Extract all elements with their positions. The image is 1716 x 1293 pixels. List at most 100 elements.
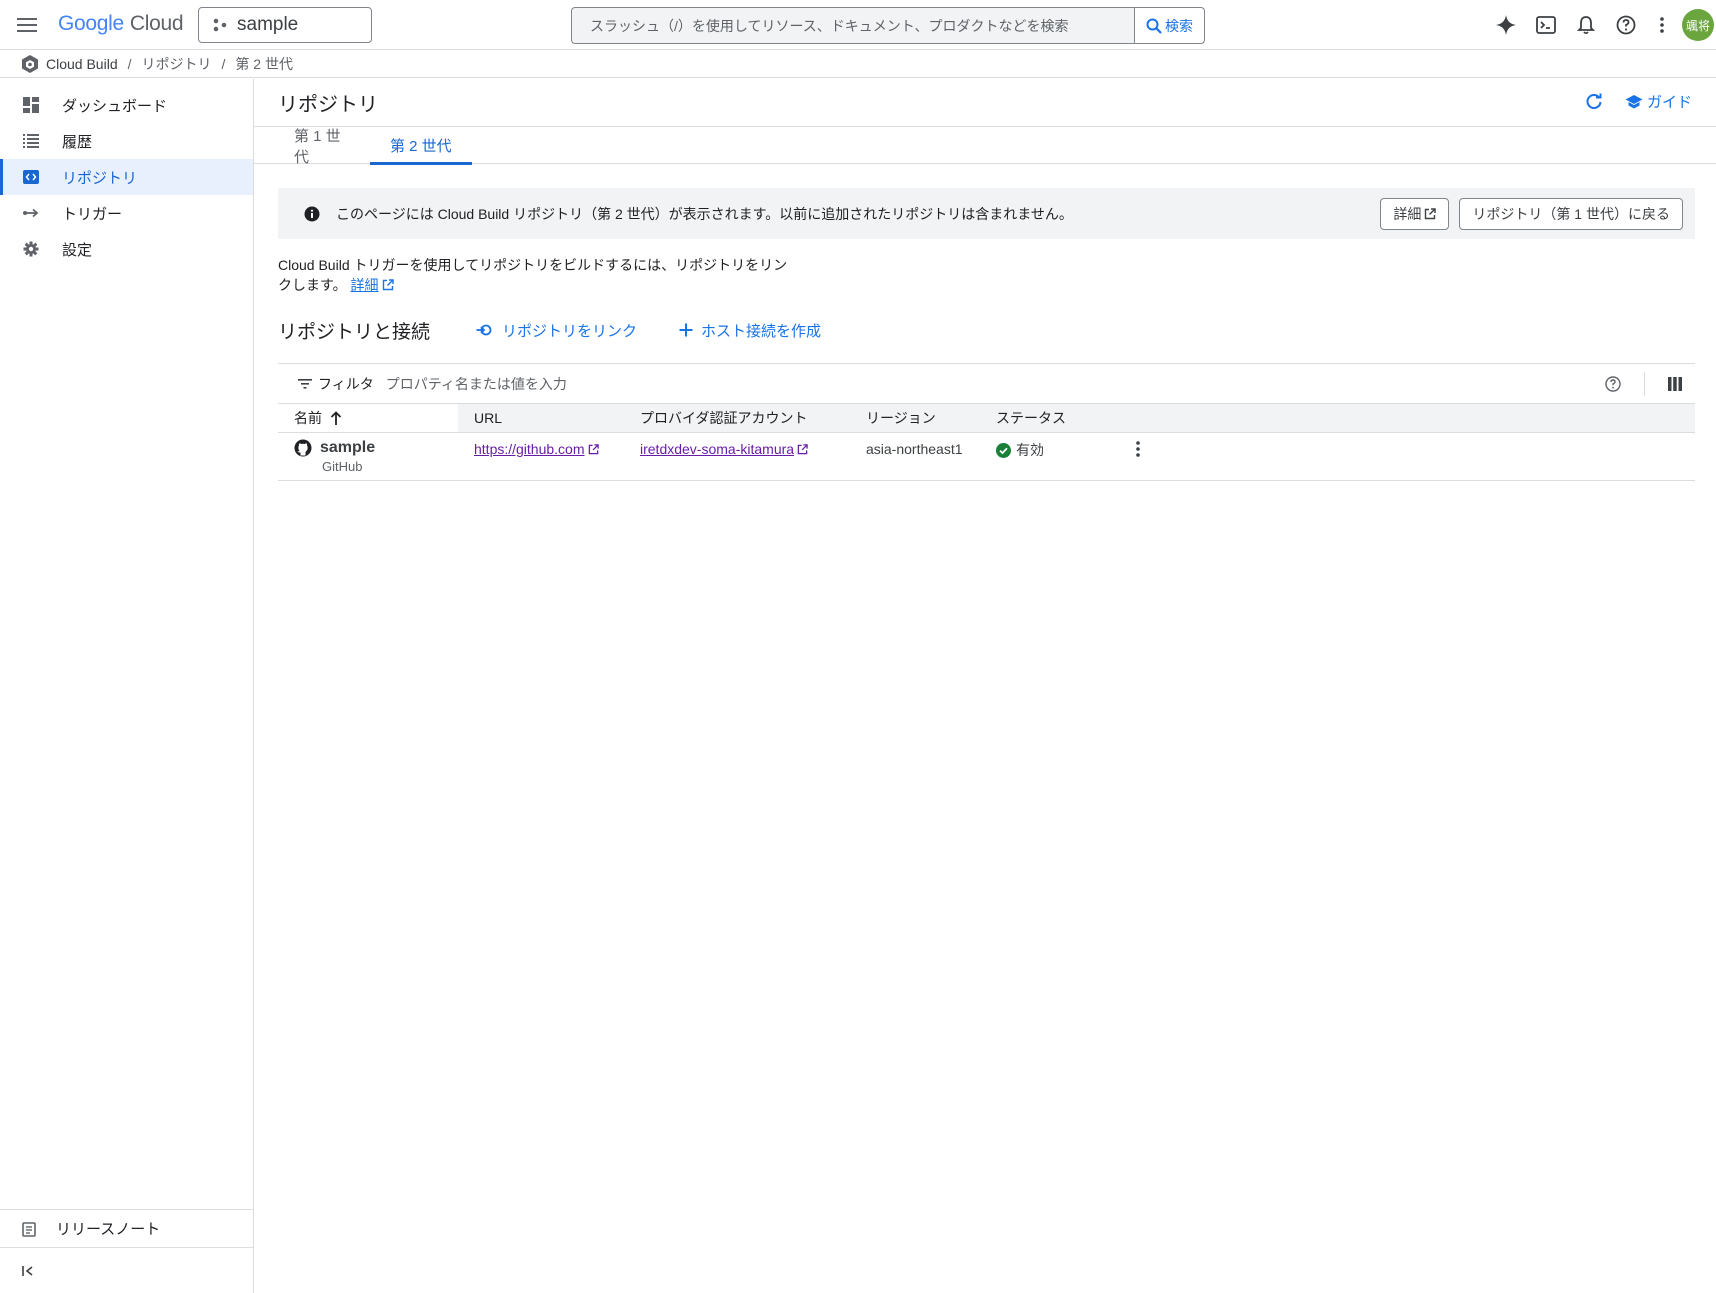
link-icon — [476, 324, 492, 336]
info-banner: このページには Cloud Build リポジトリ（第 2 世代）が表示されます… — [278, 188, 1695, 239]
google-cloud-logo[interactable]: Google Cloud — [58, 12, 184, 38]
sidebar-item-label: リポジトリ — [62, 169, 138, 187]
tool-divider — [1644, 372, 1645, 396]
account-avatar[interactable]: 颯将 — [1682, 9, 1714, 41]
breadcrumb-product[interactable]: Cloud Build — [20, 54, 118, 74]
sidebar-item-repositories[interactable]: リポジトリ — [0, 159, 253, 195]
sparkle-icon — [1496, 15, 1516, 35]
provider-account-label: iretdxdev-soma-kitamura — [640, 441, 795, 457]
main-menu-button[interactable] — [12, 10, 42, 40]
logo-cloud: Cloud — [129, 12, 184, 35]
guide-button[interactable]: ガイド — [1625, 91, 1692, 112]
project-picker[interactable]: sample — [198, 7, 372, 43]
filter-button[interactable]: フィルタ — [298, 374, 374, 394]
collapse-icon — [22, 1265, 33, 1276]
column-header-name[interactable]: 名前 — [278, 404, 458, 432]
school-icon — [1625, 94, 1643, 108]
release-notes-link[interactable]: リリースノート — [0, 1209, 253, 1247]
status-badge: 有効 — [996, 440, 1044, 460]
main-content: リポジトリ ガイド 第 1 世代 第 2 世代 このページには Cloud Bu… — [254, 79, 1716, 1293]
column-header-label: URL — [474, 410, 503, 426]
filter-input[interactable] — [385, 375, 986, 392]
generation-tabs: 第 1 世代 第 2 世代 — [254, 127, 1716, 166]
provider-account-link[interactable]: iretdxdev-soma-kitamura — [640, 441, 808, 457]
gear-icon — [22, 240, 40, 258]
breadcrumb-item-repositories[interactable]: リポジトリ — [142, 54, 212, 74]
bell-icon — [1577, 16, 1595, 35]
logo-google: Google — [58, 12, 124, 35]
refresh-icon — [1586, 93, 1602, 109]
column-header-label: 名前 — [294, 410, 322, 426]
dashboard-icon — [22, 96, 40, 114]
details-label: 詳細 — [1393, 205, 1422, 222]
link-repository-button[interactable]: リポジトリをリンク — [476, 320, 637, 341]
sidebar-footer: リリースノート — [0, 1209, 253, 1293]
table-tools — [1592, 364, 1695, 404]
guide-label: ガイド — [1646, 94, 1692, 111]
search-button-label: 検索 — [1165, 17, 1193, 34]
filter-icon — [298, 378, 312, 389]
section-header: リポジトリと接続 リポジトリをリンク ホスト接続を作成 — [278, 315, 863, 345]
row-actions-button[interactable] — [1126, 437, 1150, 461]
breadcrumb-product-label: Cloud Build — [46, 55, 118, 72]
column-header-label: プロバイダ認証アカウント — [640, 410, 808, 426]
sidebar-item-label: 設定 — [62, 241, 93, 259]
cloud-build-icon — [22, 54, 38, 73]
column-header-account: プロバイダ認証アカウント — [640, 404, 807, 432]
create-host-connection-button[interactable]: ホスト接続を作成 — [679, 320, 821, 341]
link-repository-label: リポジトリをリンク — [502, 322, 638, 340]
status-cell: 有効 — [996, 439, 1044, 460]
search-box: 検索 — [571, 7, 1205, 44]
cloud-shell-button[interactable] — [1526, 7, 1566, 43]
filter-label: フィルタ — [318, 375, 374, 392]
list-icon — [22, 132, 40, 150]
sidebar-item-label: 履歴 — [62, 133, 93, 151]
column-display-button[interactable] — [1655, 377, 1695, 391]
search-icon — [1146, 18, 1162, 34]
search-button[interactable]: 検索 — [1134, 8, 1204, 43]
tab-second-gen[interactable]: 第 2 世代 — [370, 127, 472, 165]
column-header-url: URL — [474, 404, 502, 432]
sidebar-item-settings[interactable]: 設定 — [0, 231, 253, 267]
more-options-button[interactable] — [1646, 7, 1678, 43]
repo-url-link[interactable]: https://github.com — [474, 441, 599, 457]
help-button[interactable] — [1606, 7, 1646, 43]
page-description: Cloud Build トリガーを使用してリポジトリをビルドするには、リポジトリ… — [278, 255, 798, 295]
back-label: リポジトリ（第 1 世代）に戻る — [1472, 205, 1670, 222]
repo-name[interactable]: sample — [294, 439, 375, 457]
url-cell: https://github.com — [474, 439, 599, 457]
repositories-table: フィルタ 名前 URL プロバイダ認証アカウント リージョン ステータス — [278, 363, 1695, 481]
sidebar-item-label: トリガー — [62, 205, 123, 223]
project-name: sample — [237, 14, 299, 35]
collapse-sidebar-button[interactable] — [0, 1247, 253, 1293]
repo-name-label: sample — [320, 439, 376, 456]
github-icon — [294, 439, 312, 457]
learn-more-link[interactable]: 詳細 — [351, 275, 394, 295]
external-link-icon — [1425, 207, 1437, 219]
notes-icon — [22, 1221, 38, 1237]
sidebar-item-history[interactable]: 履歴 — [0, 123, 253, 159]
more-vert-icon — [1136, 441, 1140, 457]
account-cell: iretdxdev-soma-kitamura — [640, 439, 808, 457]
back-to-first-gen-button[interactable]: リポジトリ（第 1 世代）に戻る — [1459, 197, 1683, 230]
arrow-icon — [22, 204, 40, 222]
sidebar-item-dashboard[interactable]: ダッシュボード — [0, 87, 253, 123]
terminal-icon — [1536, 16, 1556, 34]
tab-first-gen[interactable]: 第 1 世代 — [274, 127, 370, 166]
notifications-button[interactable] — [1566, 7, 1606, 43]
external-link-icon — [588, 443, 599, 454]
details-button[interactable]: 詳細 — [1380, 197, 1450, 230]
table-help-button[interactable] — [1592, 376, 1634, 392]
release-notes-label: リリースノート — [56, 1221, 161, 1238]
tab-label: 第 1 世代 — [294, 127, 341, 166]
sidebar-item-label: ダッシュボード — [62, 97, 168, 115]
sidebar: ダッシュボード 履歴 リポジトリ トリガー 設定 リリースノート — [0, 79, 254, 1293]
breadcrumb-item-current: 第 2 世代 — [235, 55, 293, 72]
top-actions: 颯将 — [1486, 7, 1716, 43]
sidebar-item-triggers[interactable]: トリガー — [0, 195, 253, 231]
refresh-button[interactable] — [1585, 93, 1603, 111]
tab-label: 第 2 世代 — [390, 138, 452, 155]
search-input[interactable] — [572, 8, 1134, 43]
breadcrumb-separator: / — [127, 55, 132, 72]
gemini-button[interactable] — [1486, 7, 1526, 43]
